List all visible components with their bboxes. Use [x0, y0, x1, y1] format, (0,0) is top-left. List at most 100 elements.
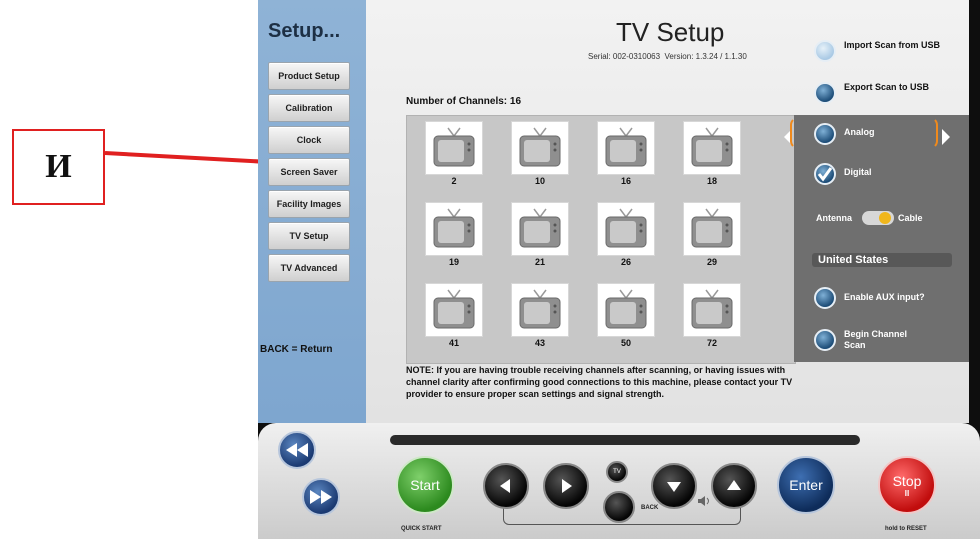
sidebar: Setup... Product Setup Calibration Clock…: [258, 0, 367, 423]
channel-number: 72: [706, 338, 717, 348]
channel-number: 10: [534, 176, 545, 186]
tv-icon: [433, 289, 475, 329]
digital-label: Digital: [844, 167, 872, 177]
cable-label: Cable: [898, 213, 923, 223]
quick-start-label: QUICK START: [401, 526, 442, 532]
fast-forward-button[interactable]: [302, 478, 340, 516]
tv-icon: TV: [613, 469, 621, 475]
equals-symbol: =: [291, 344, 298, 355]
tv-card: [425, 121, 483, 175]
right-button[interactable]: [543, 463, 589, 509]
back-label: BACK: [260, 344, 289, 355]
digital-checkbox[interactable]: [814, 163, 836, 185]
import-scan-label: Import Scan from USB: [844, 40, 941, 50]
export-scan-label: Export Scan to USB: [844, 82, 930, 92]
tv-icon: [691, 127, 733, 167]
up-button[interactable]: [711, 463, 757, 509]
rewind-button[interactable]: [278, 431, 316, 469]
main-panel: TV Setup Serial: 002-0310063 Version: 1.…: [366, 0, 969, 472]
channel-number: 16: [620, 176, 631, 186]
channel-number: 26: [620, 257, 631, 267]
enter-button[interactable]: Enter: [777, 456, 835, 514]
channel-tile[interactable]: 18: [683, 121, 741, 189]
sidebar-item-product-setup[interactable]: Product Setup: [268, 62, 350, 90]
tv-card: [425, 202, 483, 256]
channel-number: 50: [620, 338, 631, 348]
start-button[interactable]: Start: [396, 456, 454, 514]
back-return-hint: BACK = Return: [260, 344, 333, 355]
tv-icon: [605, 127, 647, 167]
channel-tile[interactable]: 21: [511, 202, 569, 270]
tv-card: [597, 202, 655, 256]
tv-card: [683, 121, 741, 175]
next-option-icon[interactable]: [942, 129, 950, 145]
scan-note: NOTE: If you are having trouble receivin…: [406, 365, 793, 399]
volume-icon: [698, 496, 709, 506]
channel-tile[interactable]: 50: [597, 283, 655, 351]
sidebar-item-clock[interactable]: Clock: [268, 126, 350, 154]
sidebar-item-facility-images[interactable]: Facility Images: [268, 190, 350, 218]
channel-tile[interactable]: 16: [597, 121, 655, 189]
stop-label: Stop: [892, 472, 922, 489]
channel-number: 41: [448, 338, 459, 348]
channel-tile[interactable]: 43: [511, 283, 569, 351]
tv-icon: [691, 289, 733, 329]
begin-scan-label: Begin Channel Scan: [844, 329, 908, 350]
antenna-cable-toggle[interactable]: [862, 211, 894, 225]
down-arrow-icon: [667, 482, 681, 492]
enable-aux-label: Enable AUX input?: [844, 292, 925, 302]
channel-tile[interactable]: 41: [425, 283, 483, 351]
tv-button[interactable]: TV: [606, 461, 628, 483]
up-arrow-icon: [727, 480, 741, 490]
sidebar-item-calibration[interactable]: Calibration: [268, 94, 350, 122]
stop-button[interactable]: Stop II: [878, 456, 936, 514]
analog-radio[interactable]: [814, 123, 836, 145]
channel-tile[interactable]: 10: [511, 121, 569, 189]
enable-aux-button[interactable]: [814, 287, 836, 309]
tv-card: [511, 202, 569, 256]
sidebar-item-screen-saver[interactable]: Screen Saver: [268, 158, 350, 186]
channel-tile[interactable]: 72: [683, 283, 741, 351]
import-scan-button[interactable]: [814, 40, 836, 62]
channel-tile[interactable]: 19: [425, 202, 483, 270]
tv-icon: [691, 208, 733, 248]
tv-card: [425, 283, 483, 337]
channel-number: 21: [534, 257, 545, 267]
region-selector[interactable]: United States: [812, 253, 952, 267]
begin-scan-button[interactable]: [814, 329, 836, 351]
return-label: Return: [300, 344, 333, 355]
channel-grid: 2 10 16 18 19 21 26 29 41 43 50 72: [406, 115, 816, 472]
back-button-label: BACK: [641, 505, 659, 511]
channel-number: 2: [451, 176, 457, 186]
tv-icon: [519, 289, 561, 329]
hold-to-reset-label: hold to RESET: [885, 526, 927, 532]
sidebar-item-tv-advanced[interactable]: TV Advanced: [268, 254, 350, 282]
page-title: TV Setup: [616, 17, 725, 47]
start-label: Start: [410, 477, 440, 493]
sidebar-title: Setup...: [268, 20, 341, 42]
channel-tile[interactable]: 26: [597, 202, 655, 270]
channel-tile[interactable]: 2: [425, 121, 483, 189]
channel-number: 29: [706, 257, 717, 267]
sidebar-item-tv-setup[interactable]: TV Setup: [268, 222, 350, 250]
down-button[interactable]: [651, 463, 697, 509]
tv-icon: [605, 208, 647, 248]
left-button[interactable]: [483, 463, 529, 509]
channel-number: 43: [534, 338, 545, 348]
tv-card: [597, 121, 655, 175]
progress-track: [390, 435, 860, 445]
enter-label: Enter: [789, 477, 823, 493]
serial-number: Serial: 002-0310063: [588, 52, 661, 61]
export-scan-button[interactable]: [814, 82, 836, 104]
fast-forward-icon: [310, 490, 332, 504]
usb-options: Import Scan from USB Export Scan to USB: [794, 30, 969, 115]
right-arrow-icon: [562, 479, 572, 493]
channel-tile[interactable]: 29: [683, 202, 741, 270]
tv-icon: [433, 208, 475, 248]
checkmark-icon: [817, 167, 833, 182]
antenna-label: Antenna: [816, 213, 852, 223]
back-button[interactable]: [603, 491, 635, 523]
channel-number: 18: [706, 176, 717, 186]
tv-card: [683, 202, 741, 256]
rewind-icon: [286, 443, 308, 457]
